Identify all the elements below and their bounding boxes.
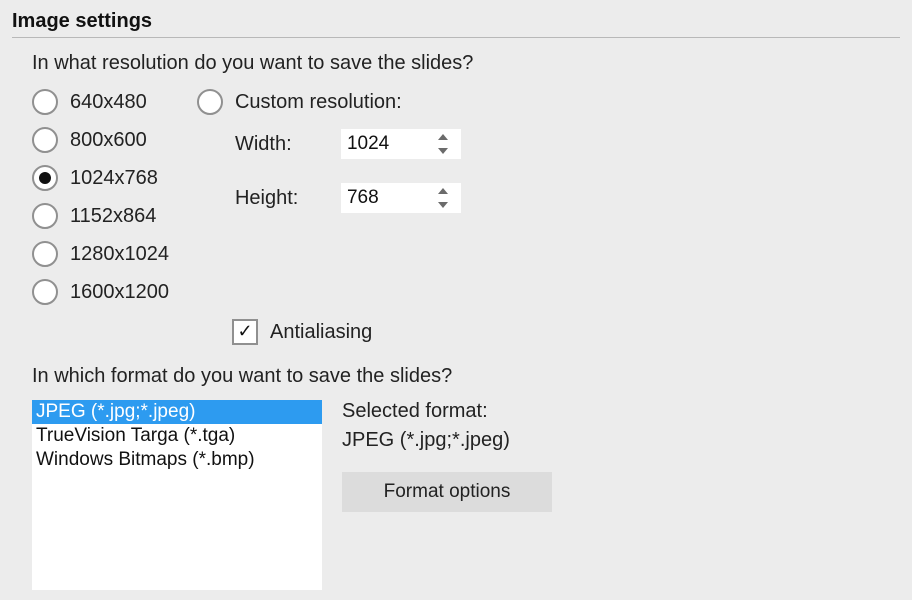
- radio-button[interactable]: [32, 89, 58, 115]
- radio-label: 1600x1200: [70, 281, 169, 304]
- chevron-down-icon: [438, 202, 448, 208]
- resolution-radio-group: 640x480 800x600 1024x768 1152x864 1280x1024 1…: [32, 87, 169, 307]
- format-listbox[interactable]: JPEG (*.jpg;*.jpeg)TrueVision Targa (*.t…: [32, 400, 322, 590]
- radio-label: 1280x1024: [70, 243, 169, 266]
- radio-label: 1024x768: [70, 167, 158, 190]
- radio-resolution-640x480[interactable]: 640x480: [32, 87, 169, 117]
- height-input[interactable]: [341, 183, 433, 213]
- chevron-up-icon: [438, 188, 448, 194]
- antialiasing-checkbox[interactable]: ✓: [232, 319, 258, 345]
- custom-resolution-label: Custom resolution:: [235, 91, 402, 114]
- height-step-down[interactable]: [433, 198, 453, 212]
- selected-format-label: Selected format:: [342, 400, 552, 423]
- section-title: Image settings: [12, 10, 900, 38]
- radio-resolution-800x600[interactable]: 800x600: [32, 125, 169, 155]
- width-step-up[interactable]: [433, 130, 453, 144]
- radio-custom-resolution[interactable]: [197, 89, 223, 115]
- radio-resolution-1280x1024[interactable]: 1280x1024: [32, 239, 169, 269]
- radio-button[interactable]: [32, 241, 58, 267]
- list-item[interactable]: TrueVision Targa (*.tga): [32, 424, 322, 448]
- radio-label: 800x600: [70, 129, 147, 152]
- list-item[interactable]: Windows Bitmaps (*.bmp): [32, 448, 322, 472]
- selected-format-value: JPEG (*.jpg;*.jpeg): [342, 429, 552, 452]
- chevron-down-icon: [438, 148, 448, 154]
- radio-button[interactable]: [32, 165, 58, 191]
- radio-resolution-1024x768[interactable]: 1024x768: [32, 163, 169, 193]
- antialiasing-label: Antialiasing: [270, 321, 372, 344]
- radio-resolution-1600x1200[interactable]: 1600x1200: [32, 277, 169, 307]
- width-spinbox[interactable]: [341, 129, 461, 159]
- radio-button[interactable]: [32, 279, 58, 305]
- radio-label: 640x480: [70, 91, 147, 114]
- width-step-down[interactable]: [433, 144, 453, 158]
- format-prompt: In which format do you want to save the …: [32, 365, 900, 388]
- height-spinbox[interactable]: [341, 183, 461, 213]
- height-label: Height:: [235, 187, 331, 210]
- format-options-button[interactable]: Format options: [342, 472, 552, 512]
- radio-label: 1152x864: [70, 205, 156, 228]
- width-label: Width:: [235, 133, 331, 156]
- check-icon: ✓: [237, 322, 252, 340]
- list-item[interactable]: JPEG (*.jpg;*.jpeg): [32, 400, 322, 424]
- radio-button[interactable]: [32, 203, 58, 229]
- width-input[interactable]: [341, 129, 433, 159]
- height-step-up[interactable]: [433, 184, 453, 198]
- chevron-up-icon: [438, 134, 448, 140]
- resolution-prompt: In what resolution do you want to save t…: [32, 52, 900, 75]
- radio-button[interactable]: [32, 127, 58, 153]
- radio-resolution-1152x864[interactable]: 1152x864: [32, 201, 169, 231]
